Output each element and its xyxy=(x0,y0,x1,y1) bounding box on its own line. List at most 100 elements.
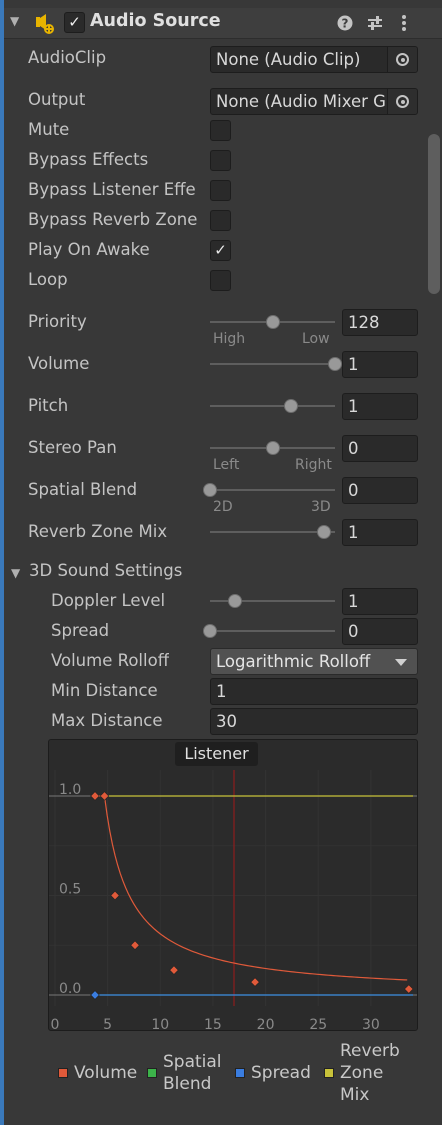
priority-max-label: Low xyxy=(302,331,330,347)
legend-spatial-blend-label-line2: Blend xyxy=(163,1074,212,1094)
x-tick-label: 5 xyxy=(103,1017,112,1031)
bypass-effects-label: Bypass Effects xyxy=(28,150,149,169)
volume-label: Volume xyxy=(28,354,90,373)
bypass-effects-checkbox[interactable] xyxy=(210,150,231,171)
spatial-blend-max-label: 3D xyxy=(311,499,331,515)
min-distance-input[interactable]: 1 xyxy=(210,678,418,705)
volume-slider-track[interactable] xyxy=(210,363,335,365)
spread-slider-track[interactable] xyxy=(210,630,335,632)
doppler-level-label: Doppler Level xyxy=(51,591,166,610)
legend-reverb-label-line1: Reverb xyxy=(340,1041,400,1061)
volume-curve-key xyxy=(90,791,100,801)
x-tick-label: 20 xyxy=(257,1017,275,1031)
collapse-arrow-icon[interactable]: ▼ xyxy=(10,14,19,28)
spatial-blend-min-label: 2D xyxy=(213,499,233,515)
component-header[interactable]: ▼ ✓ Audio Source ? xyxy=(4,8,442,39)
legend-spread[interactable]: Spread xyxy=(235,1062,311,1084)
spatial-blend-slider-track[interactable] xyxy=(210,489,335,491)
legend-volume[interactable]: Volume xyxy=(58,1062,137,1084)
stereo-pan-max-label: Right xyxy=(295,457,332,473)
x-tick-label: 30 xyxy=(362,1017,380,1031)
mute-label: Mute xyxy=(28,120,70,139)
audio-clip-label: AudioClip xyxy=(28,48,107,67)
x-tick-label: 0 xyxy=(51,1017,60,1031)
legend-volume-swatch xyxy=(58,1068,68,1078)
play-on-awake-checkbox[interactable]: ✓ xyxy=(210,240,231,261)
pitch-label: Pitch xyxy=(28,396,69,415)
reverb-zone-mix-input[interactable]: 1 xyxy=(342,519,418,546)
volume-slider-handle[interactable] xyxy=(328,357,342,371)
legend-volume-label: Volume xyxy=(74,1063,138,1083)
x-tick-label: 25 xyxy=(309,1017,327,1031)
inspector-scrollbar[interactable] xyxy=(428,134,440,294)
stereo-pan-slider-handle[interactable] xyxy=(265,441,280,455)
stereo-pan-label: Stereo Pan xyxy=(28,438,117,457)
audio-clip-field[interactable]: None (Audio Clip) xyxy=(210,46,418,73)
component-enabled-checkbox[interactable]: ✓ xyxy=(64,12,85,33)
legend-spatial-blend-swatch xyxy=(147,1068,157,1078)
y-tick-label: 1.0 xyxy=(59,782,81,798)
bypass-reverb-zones-checkbox[interactable] xyxy=(210,210,231,231)
volume-input[interactable]: 1 xyxy=(342,351,418,378)
loop-checkbox[interactable] xyxy=(210,270,231,291)
volume-curve-key xyxy=(169,965,179,975)
presets-sliders-icon[interactable] xyxy=(366,14,384,32)
spread-slider-handle[interactable] xyxy=(203,624,217,638)
reverb-zone-mix-label: Reverb Zone Mix xyxy=(28,522,168,541)
volume-curve-key xyxy=(110,890,120,901)
audio-clip-value: None (Audio Clip) xyxy=(216,50,361,69)
x-tick-label: 10 xyxy=(151,1017,169,1031)
spread-input[interactable]: 0 xyxy=(342,618,418,645)
output-field[interactable]: None (Audio Mixer G xyxy=(210,88,418,115)
bypass-listener-effects-checkbox[interactable] xyxy=(210,180,231,201)
legend-spatial-blend-label-line1: Spatial xyxy=(163,1052,222,1072)
component-title: Audio Source xyxy=(90,11,221,31)
bypass-reverb-zones-label: Bypass Reverb Zone xyxy=(28,210,198,229)
priority-input[interactable]: 128 xyxy=(342,309,418,336)
legend-spatial-blend[interactable]: Spatial Blend xyxy=(147,1051,222,1095)
stereo-pan-input[interactable]: 0 xyxy=(342,435,418,462)
3d-sound-settings-foldout[interactable]: 3D Sound Settings xyxy=(29,561,182,580)
series-line-volume xyxy=(95,795,408,981)
doppler-level-slider-handle[interactable] xyxy=(228,594,242,608)
volume-rolloff-dropdown[interactable]: Logarithmic Rolloff xyxy=(210,648,418,675)
spatial-blend-input[interactable]: 0 xyxy=(342,477,418,504)
legend-reverb-zone-mix[interactable]: Reverb Zone Mix xyxy=(324,1040,400,1106)
object-picker-icon[interactable] xyxy=(387,89,417,114)
listener-label: Listener xyxy=(175,742,258,766)
play-on-awake-label: Play On Awake xyxy=(28,240,150,259)
dropdown-arrow-icon xyxy=(395,659,407,666)
reverb-zone-mix-slider-handle[interactable] xyxy=(316,525,331,539)
volume-curve-key xyxy=(130,940,140,950)
spread-label: Spread xyxy=(51,621,110,640)
kebab-menu-icon[interactable] xyxy=(401,14,407,32)
rolloff-curve-svg[interactable]: 0 5 10 15 20 25 30 1.0 0.5 0.0 xyxy=(49,740,418,1031)
pitch-slider-track[interactable] xyxy=(210,405,335,407)
mute-checkbox[interactable] xyxy=(210,120,231,141)
doppler-level-input[interactable]: 1 xyxy=(342,588,418,615)
loop-label: Loop xyxy=(28,270,68,289)
legend-reverb-label-line3: Mix xyxy=(340,1085,370,1105)
stereo-pan-min-label: Left xyxy=(213,457,240,473)
y-tick-label: 0.0 xyxy=(59,981,81,997)
min-distance-label: Min Distance xyxy=(51,681,158,700)
x-tick-label: 15 xyxy=(204,1017,222,1031)
object-picker-icon[interactable] xyxy=(387,47,417,72)
3d-sound-foldout-arrow-icon[interactable]: ▼ xyxy=(11,566,20,580)
rolloff-curve-graph[interactable]: 0 5 10 15 20 25 30 1.0 0.5 0.0 Listener xyxy=(48,739,418,1031)
bypass-listener-effects-label: Bypass Listener Effe xyxy=(28,180,196,199)
y-tick-label: 0.5 xyxy=(59,882,81,898)
output-value: None (Audio Mixer G xyxy=(216,92,386,111)
pitch-slider-handle[interactable] xyxy=(284,399,299,413)
max-distance-input[interactable]: 30 xyxy=(210,708,418,735)
svg-text:?: ? xyxy=(342,17,349,31)
help-icon[interactable]: ? xyxy=(337,15,353,31)
volume-curve-key xyxy=(250,977,260,987)
volume-curve-key xyxy=(404,984,414,994)
spatial-blend-label: Spatial Blend xyxy=(28,480,138,499)
legend-spread-label: Spread xyxy=(251,1063,311,1083)
pitch-input[interactable]: 1 xyxy=(342,393,418,420)
priority-slider-handle[interactable] xyxy=(265,315,280,329)
spatial-blend-slider-handle[interactable] xyxy=(203,483,217,497)
legend-spread-swatch xyxy=(235,1068,245,1078)
